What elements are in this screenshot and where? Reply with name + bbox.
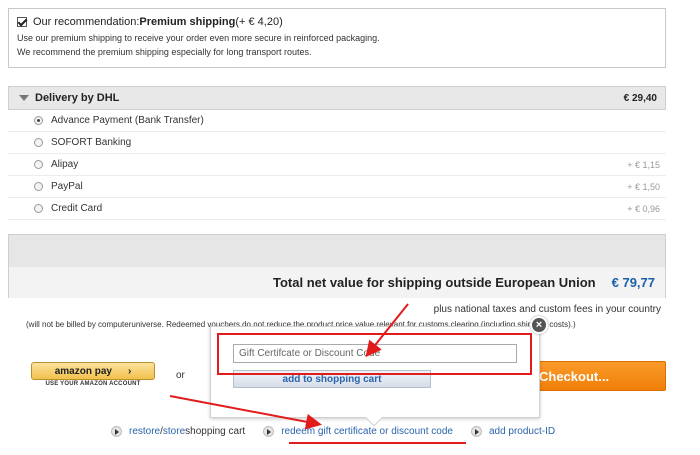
total-spacer xyxy=(9,235,665,267)
payment-label: PayPal xyxy=(51,181,83,192)
delivery-title: Delivery by DHL xyxy=(35,92,120,104)
play-circle-icon xyxy=(263,426,275,437)
annotation-highlight-box xyxy=(217,333,532,375)
annotation-underline xyxy=(289,442,466,444)
total-box: Total net value for shipping outside Eur… xyxy=(8,234,666,298)
payment-fee: + € 1,15 xyxy=(627,159,660,170)
amazon-pay-subtitle: USE YOUR AMAZON ACCOUNT xyxy=(45,381,141,387)
payment-radio[interactable] xyxy=(34,182,43,191)
premium-label-price: (+ € 4,20) xyxy=(235,16,283,28)
payment-radio[interactable] xyxy=(34,204,43,213)
close-icon[interactable]: × xyxy=(530,316,548,334)
payment-label: SOFORT Banking xyxy=(51,137,132,148)
store-link[interactable]: store xyxy=(163,426,185,437)
payment-fee: + € 0,96 xyxy=(627,203,660,214)
premium-shipping-option[interactable]: Our recommendation: Premium shipping (+ … xyxy=(17,16,657,28)
restore-store-link[interactable]: restore / store shopping cart xyxy=(111,426,245,437)
premium-description-2: We recommend the premium shipping especi… xyxy=(17,47,312,58)
payment-option[interactable]: PayPal + € 1,50 xyxy=(8,176,666,198)
amazon-pay-button[interactable]: amazon pay › xyxy=(31,362,155,380)
amazon-pay-label: amazon pay xyxy=(54,365,112,377)
payment-label: Credit Card xyxy=(51,203,103,214)
shopping-cart-text: shopping cart xyxy=(185,426,246,437)
payment-option[interactable]: Alipay + € 1,15 xyxy=(8,154,666,176)
add-product-link-item[interactable]: add product-ID xyxy=(470,426,555,437)
payment-option[interactable]: SOFORT Banking xyxy=(8,132,666,154)
restore-link[interactable]: restore xyxy=(129,426,160,437)
premium-shipping-checkbox[interactable] xyxy=(17,17,27,27)
chevron-right-icon: › xyxy=(127,365,132,377)
taxes-note: plus national taxes and custom fees in y… xyxy=(433,304,661,315)
payment-label: Alipay xyxy=(51,159,79,170)
premium-shipping-box: Our recommendation: Premium shipping (+ … xyxy=(8,8,666,68)
payment-radio[interactable] xyxy=(34,138,43,147)
or-separator: or xyxy=(176,370,185,381)
payment-option[interactable]: Advance Payment (Bank Transfer) xyxy=(8,110,666,132)
payment-radio[interactable] xyxy=(34,116,43,125)
collapse-triangle-icon xyxy=(19,95,29,101)
redeem-voucher-link[interactable]: redeem gift certificate or discount code xyxy=(281,426,453,437)
delivery-section: Delivery by DHL € 29,40 Advance Payment … xyxy=(8,86,666,220)
add-product-id-link[interactable]: add product-ID xyxy=(489,426,555,437)
delivery-header[interactable]: Delivery by DHL € 29,40 xyxy=(8,86,666,110)
payment-option[interactable]: Credit Card + € 0,96 xyxy=(8,198,666,220)
delivery-price: € 29,40 xyxy=(623,92,657,104)
payment-fee: + € 1,50 xyxy=(627,181,660,192)
total-label: Total net value for shipping outside Eur… xyxy=(273,275,596,290)
premium-label-strong: Premium shipping xyxy=(139,16,236,28)
play-circle-icon xyxy=(470,426,482,437)
total-price: € 79,77 xyxy=(611,275,655,290)
play-circle-icon xyxy=(111,426,122,437)
total-row: Total net value for shipping outside Eur… xyxy=(9,267,665,298)
payment-radio[interactable] xyxy=(34,160,43,169)
cart-actions: restore / store shopping cart redeem gif… xyxy=(111,426,573,437)
payment-label: Advance Payment (Bank Transfer) xyxy=(51,115,204,126)
premium-description-1: Use our premium shipping to receive your… xyxy=(17,33,380,43)
premium-label-prefix: Our recommendation: xyxy=(33,16,140,28)
redeem-link-item[interactable]: redeem gift certificate or discount code xyxy=(263,426,453,437)
